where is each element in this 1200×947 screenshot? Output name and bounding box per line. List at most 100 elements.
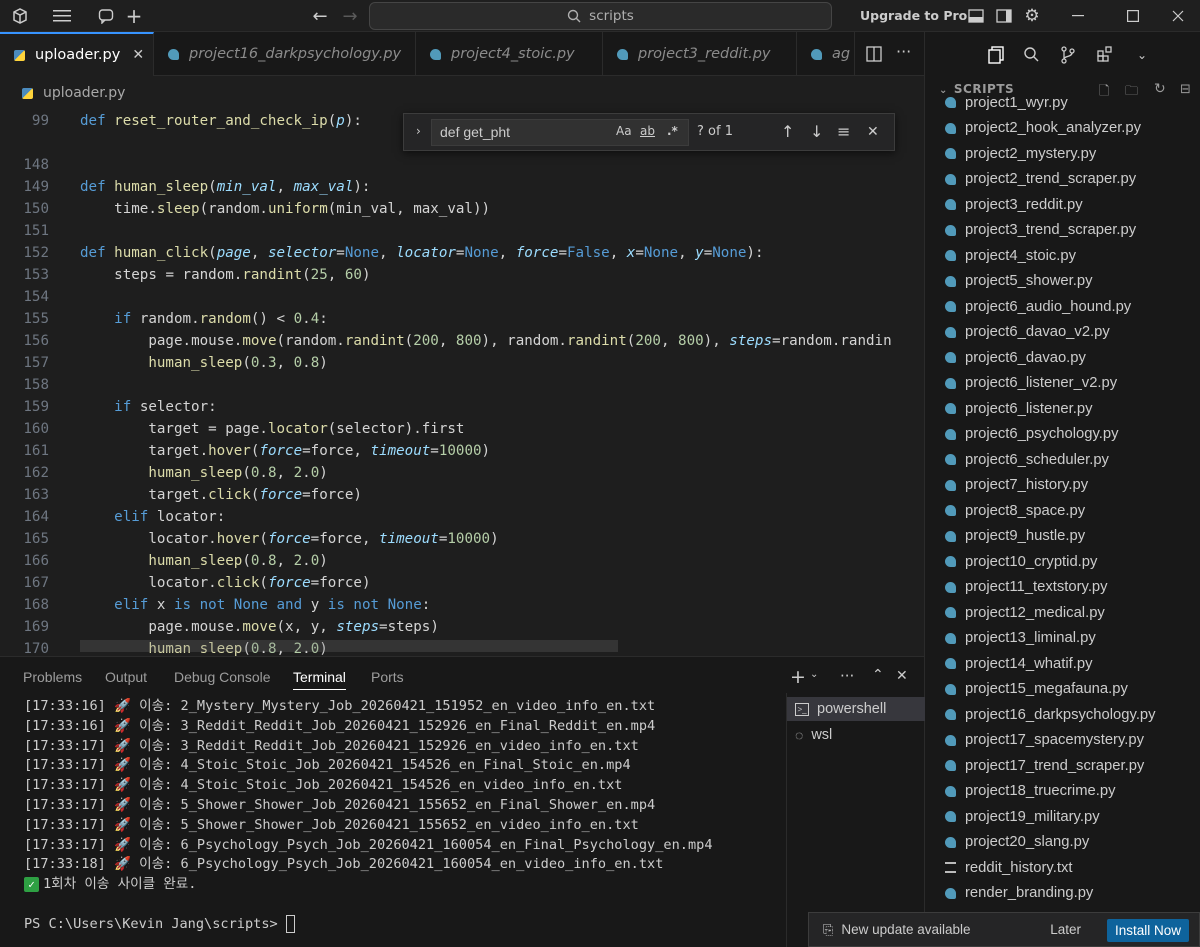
command-center-search[interactable]: scripts xyxy=(369,2,832,30)
code-line[interactable]: 162 human_sleep(0.8, 2.0) xyxy=(0,462,924,484)
file-item[interactable]: project11_textstory.py xyxy=(945,575,1108,600)
breadcrumb-file[interactable]: uploader.py xyxy=(43,85,125,101)
tab-project4-stoic[interactable]: project4_stoic.py xyxy=(416,32,603,76)
code-line[interactable]: 154 xyxy=(0,286,924,308)
toggle-panel-icon[interactable] xyxy=(966,6,986,26)
app-logo-icon[interactable] xyxy=(10,6,30,26)
file-item[interactable]: project20_slang.py xyxy=(945,830,1089,855)
toggle-replace-chevron-icon[interactable]: › xyxy=(416,124,421,138)
chat-icon[interactable] xyxy=(96,6,116,26)
close-window-icon[interactable] xyxy=(1168,6,1188,26)
refresh-icon[interactable]: ↻ xyxy=(1154,81,1166,97)
maximize-panel-chevron-up-icon[interactable]: ⌃ xyxy=(872,667,884,683)
file-item[interactable]: project8_space.py xyxy=(945,498,1085,523)
menu-icon[interactable] xyxy=(52,6,72,26)
file-item[interactable]: project17_spacemystery.py xyxy=(945,728,1144,753)
file-item[interactable]: project19_military.py xyxy=(945,804,1100,829)
code-line[interactable]: 168 elif x is not None and y is not None… xyxy=(0,594,924,616)
file-item[interactable]: project17_trend_scraper.py xyxy=(945,753,1144,778)
code-line[interactable]: 152 def human_click(page, selector=None, … xyxy=(0,242,924,264)
file-item[interactable]: project7_history.py xyxy=(945,473,1088,498)
source-control-icon[interactable] xyxy=(1060,46,1076,69)
tab-problems[interactable]: Problems xyxy=(23,669,82,685)
terminal-wsl[interactable]: ◌ wsl xyxy=(795,723,832,747)
install-now-button[interactable]: Install Now xyxy=(1106,919,1189,942)
settings-gear-icon[interactable]: ⚙ xyxy=(1022,6,1042,26)
new-folder-icon[interactable]: 🗀 xyxy=(1125,82,1138,104)
maximize-icon[interactable] xyxy=(1123,6,1143,26)
regex-toggle[interactable]: .* xyxy=(667,124,678,138)
close-tab-icon[interactable]: ✕ xyxy=(132,47,144,63)
code-line[interactable]: 161 target.hover(force=force, timeout=10… xyxy=(0,440,924,462)
explorer-files-icon[interactable] xyxy=(987,46,1005,69)
terminal-prompt[interactable]: PS C:\Users\Kevin Jang\scripts> xyxy=(24,915,295,933)
file-item[interactable]: project18_truecrime.py xyxy=(945,779,1116,804)
file-item[interactable]: project3_reddit.py xyxy=(945,192,1083,217)
file-item[interactable]: project5_shower.py xyxy=(945,269,1093,294)
code-line[interactable]: 151 xyxy=(0,220,924,242)
file-item[interactable]: project6_psychology.py xyxy=(945,422,1119,447)
file-item[interactable]: project2_trend_scraper.py xyxy=(945,167,1136,192)
file-item[interactable]: project6_davao_v2.py xyxy=(945,320,1110,345)
new-chat-plus-icon[interactable]: + xyxy=(124,4,144,28)
code-line[interactable]: 159 if selector: xyxy=(0,396,924,418)
code-line[interactable]: 158 xyxy=(0,374,924,396)
more-views-chevron-down-icon[interactable]: ⌄ xyxy=(1137,48,1147,62)
code-line[interactable]: 153 steps = random.randint(25, 60) xyxy=(0,264,924,286)
code-line[interactable]: 169 page.mouse.move(x, y, steps=steps) xyxy=(0,616,924,638)
match-whole-word-toggle[interactable]: ab xyxy=(640,124,655,138)
forward-arrow-icon[interactable]: → xyxy=(340,6,360,27)
find-in-selection-icon[interactable]: ≡ xyxy=(837,122,850,141)
tab-project16-darkpsychology[interactable]: project16_darkpsychology.py xyxy=(154,32,416,76)
file-item[interactable]: reddit_history.txt xyxy=(945,855,1072,880)
tab-project3-reddit[interactable]: project3_reddit.py xyxy=(603,32,797,76)
code-line[interactable]: 149 def human_sleep(min_val, max_val): xyxy=(0,176,924,198)
code-line[interactable]: 148 xyxy=(0,154,924,176)
split-editor-icon[interactable] xyxy=(866,46,882,66)
code-line[interactable]: 166 human_sleep(0.8, 2.0) xyxy=(0,550,924,572)
file-item[interactable]: project4_stoic.py xyxy=(945,243,1076,268)
file-item[interactable]: project3_trend_scraper.py xyxy=(945,218,1136,243)
tab-terminal[interactable]: Terminal xyxy=(293,669,346,690)
horizontal-scrollbar[interactable] xyxy=(80,640,618,652)
previous-match-arrow-icon[interactable]: ↑ xyxy=(781,122,794,141)
collapse-all-icon[interactable]: ⊟ xyxy=(1180,82,1191,97)
toggle-secondary-sidebar-icon[interactable] xyxy=(994,6,1014,26)
code-line[interactable]: 163 target.click(force=force) xyxy=(0,484,924,506)
file-item[interactable]: project1_wyr.py xyxy=(945,90,1068,115)
tab-output[interactable]: Output xyxy=(105,669,147,685)
match-case-toggle[interactable]: Aa xyxy=(616,124,632,138)
upgrade-to-pro-link[interactable]: Upgrade to Pro xyxy=(860,8,967,23)
terminal-powershell[interactable]: >_ powershell xyxy=(787,697,925,721)
file-item[interactable]: render_branding.py xyxy=(945,881,1093,906)
file-item[interactable]: project6_audio_hound.py xyxy=(945,294,1131,319)
terminal-output[interactable]: [17:33:16] 🚀 이송: 2_Mystery_Mystery_Job_2… xyxy=(24,697,784,895)
new-terminal-plus-icon[interactable]: + xyxy=(790,666,806,688)
tab-debug-console[interactable]: Debug Console xyxy=(174,669,271,685)
code-line[interactable]: 150 time.sleep(random.uniform(min_val, m… xyxy=(0,198,924,220)
later-button[interactable]: Later xyxy=(1050,922,1081,937)
tab-uploader[interactable]: uploader.py ✕ xyxy=(0,32,154,76)
close-find-icon[interactable]: ✕ xyxy=(867,124,879,140)
more-actions-icon[interactable]: ··· xyxy=(840,667,854,685)
close-panel-icon[interactable]: ✕ xyxy=(896,668,908,684)
minimize-icon[interactable] xyxy=(1068,6,1088,26)
file-item[interactable]: project12_medical.py xyxy=(945,600,1105,625)
extensions-icon[interactable] xyxy=(1097,46,1114,68)
code-line[interactable]: 167 locator.click(force=force) xyxy=(0,572,924,594)
code-line[interactable]: 155 if random.random() < 0.4: xyxy=(0,308,924,330)
tab-ports[interactable]: Ports xyxy=(371,669,404,685)
file-item[interactable]: project6_listener_v2.py xyxy=(945,371,1117,396)
file-item[interactable]: project6_davao.py xyxy=(945,345,1086,370)
code-line[interactable]: 160 target = page.locator(selector).firs… xyxy=(0,418,924,440)
back-arrow-icon[interactable]: ← xyxy=(310,6,330,27)
tab-overflow[interactable]: ag xyxy=(797,32,855,76)
file-item[interactable]: project2_hook_analyzer.py xyxy=(945,116,1141,141)
code-line[interactable]: 165 locator.hover(force=force, timeout=1… xyxy=(0,528,924,550)
file-item[interactable]: project14_whatif.py xyxy=(945,651,1093,676)
file-item[interactable]: project9_hustle.py xyxy=(945,524,1085,549)
next-match-arrow-icon[interactable]: ↓ xyxy=(810,122,823,141)
file-item[interactable]: project15_megafauna.py xyxy=(945,677,1128,702)
file-item[interactable]: project6_scheduler.py xyxy=(945,447,1109,472)
terminal-profile-chevron-down-icon[interactable]: ⌄ xyxy=(810,669,818,680)
